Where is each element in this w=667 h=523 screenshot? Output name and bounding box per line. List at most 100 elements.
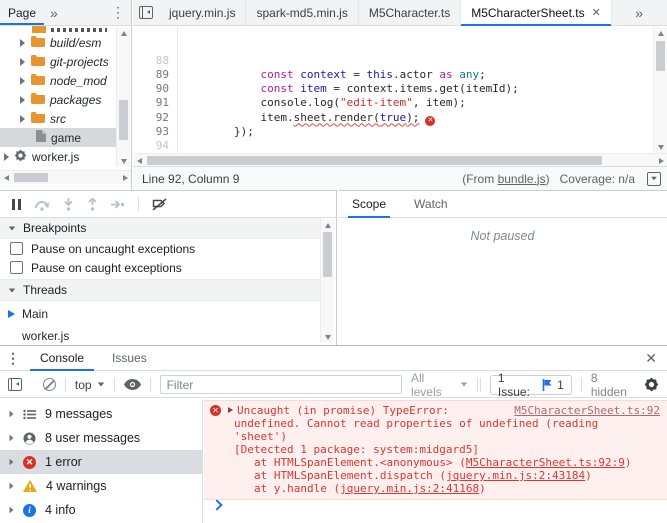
sidebar-item-all-messages[interactable]: 9 messages — [0, 402, 202, 426]
more-navigator-tabs-icon[interactable]: » — [44, 5, 64, 21]
code-editor[interactable]: 8889 const context = this.actor as any;9… — [133, 26, 653, 153]
tree-item-worker[interactable]: worker.js — [0, 147, 117, 166]
close-tab-icon[interactable]: ✕ — [592, 6, 601, 19]
thread-worker-row[interactable]: worker.js — [0, 326, 322, 345]
line-number[interactable]: 88 — [133, 54, 181, 68]
tree-item-file-selected[interactable]: game — [0, 128, 117, 147]
pause-icon[interactable] — [12, 199, 21, 210]
expand-arrow-icon — [10, 435, 14, 441]
debugger-sections: Breakpoints Pause on uncaught exceptions… — [0, 218, 322, 345]
line-number[interactable]: 93 — [133, 125, 181, 139]
bundle-link[interactable]: bundle.js — [498, 172, 546, 186]
console-prompt[interactable] — [204, 492, 667, 518]
tab-console[interactable]: Console — [38, 346, 86, 370]
console-body: 9 messages 8 user messages ✕ 1 error 4 w… — [0, 399, 667, 523]
tab-page[interactable]: Page — [0, 0, 44, 25]
expand-arrow-icon[interactable] — [20, 96, 25, 104]
tab-spark-md5[interactable]: spark-md5.min.js — [246, 0, 358, 25]
debugger-vertical-scrollbar[interactable] — [320, 219, 334, 343]
code-text: console.log("edit-item", item); — [181, 96, 466, 110]
tree-vertical-scrollbar[interactable] — [116, 27, 130, 167]
expand-arrow-icon[interactable] — [20, 115, 25, 123]
expand-arrow-icon[interactable] — [4, 153, 9, 161]
step-into-icon[interactable] — [63, 198, 74, 211]
line-number[interactable]: 89 — [133, 68, 181, 82]
navigator-menu-icon[interactable]: ⋮ — [105, 4, 131, 21]
console-settings-gear-icon[interactable] — [644, 377, 659, 392]
code-line[interactable]: 89 const context = this.actor as any; — [133, 68, 653, 82]
drawer-menu-icon[interactable]: ⋮ — [0, 346, 26, 370]
stack-link[interactable]: jquery.min.js:2:43184 — [446, 469, 585, 482]
code-line[interactable]: 94 — [133, 139, 653, 153]
sidebar-item-info[interactable]: i 4 info — [0, 498, 202, 522]
context-selector[interactable]: top — [75, 378, 105, 392]
cursor-position: Line 92, Column 9 — [133, 172, 239, 186]
line-number[interactable]: 94 — [133, 139, 181, 153]
editor-horizontal-scrollbar[interactable] — [133, 153, 667, 167]
pause-caught-row[interactable]: Pause on caught exceptions — [0, 258, 322, 277]
deactivate-breakpoints-icon[interactable] — [152, 198, 167, 211]
tab-m5character[interactable]: M5Character.ts — [359, 0, 461, 25]
debugger-pane: Breakpoints Pause on uncaught exceptions… — [0, 190, 337, 345]
file-icon — [36, 130, 46, 145]
tab-jquery[interactable]: jquery.min.js — [159, 0, 246, 25]
eye-icon[interactable] — [124, 379, 141, 390]
step-over-icon[interactable] — [34, 198, 50, 211]
tree-item-folder[interactable]: git-projects — [0, 52, 117, 71]
sidebar-item-user-messages[interactable]: 8 user messages — [0, 426, 202, 450]
sidebar-item-errors[interactable]: ✕ 1 error — [0, 450, 202, 474]
line-number[interactable]: 90 — [133, 82, 181, 96]
code-line[interactable]: 90 const item = context.items.get(itemId… — [133, 82, 653, 96]
code-line[interactable]: 92 item.sheet.render(true);✕ — [133, 111, 653, 125]
editor-vertical-scrollbar[interactable] — [653, 27, 667, 153]
more-editor-tabs-icon[interactable]: » — [629, 0, 649, 25]
line-number[interactable]: 91 — [133, 96, 181, 110]
console-toolbar: top All levels 1 Issue: 1 8 hidden — [0, 372, 667, 398]
sidebar-item-warnings[interactable]: 4 warnings — [0, 474, 202, 498]
expand-arrow-icon[interactable] — [20, 39, 25, 47]
expand-error-arrow-icon[interactable] — [228, 407, 233, 413]
tab-m5charactersheet[interactable]: M5CharacterSheet.ts ✕ — [461, 0, 612, 25]
console-error-message[interactable]: ✕ Uncaught (in promise) TypeError: M5Cha… — [204, 400, 667, 500]
step-icon[interactable] — [111, 199, 125, 210]
tree-item-clipped[interactable] — [0, 26, 117, 33]
inline-error-icon[interactable]: ✕ — [425, 116, 435, 126]
tree-horizontal-scrollbar[interactable] — [0, 170, 131, 184]
expand-arrow-icon[interactable] — [20, 58, 25, 66]
issues-counter-button[interactable]: 1 Issue: 1 — [490, 375, 572, 395]
code-line[interactable]: 91 console.log("edit-item", item); — [133, 96, 653, 110]
tab-scope[interactable]: Scope — [352, 191, 386, 217]
code-text: const item = context.items.get(itemId); — [181, 82, 519, 96]
tab-watch[interactable]: Watch — [414, 191, 448, 217]
tab-issues[interactable]: Issues — [110, 346, 149, 370]
tree-item-folder[interactable]: src — [0, 109, 117, 128]
clear-console-icon[interactable] — [43, 378, 56, 391]
info-icon: i — [23, 504, 36, 517]
collapse-arrow-icon — [9, 288, 15, 292]
pause-uncaught-row[interactable]: Pause on uncaught exceptions — [0, 239, 322, 258]
tree-item-folder[interactable]: packages — [0, 90, 117, 109]
checkbox[interactable] — [10, 242, 23, 255]
step-out-icon[interactable] — [87, 198, 98, 211]
tree-item-folder[interactable]: build/esm — [0, 33, 117, 52]
threads-section-header[interactable]: Threads — [0, 279, 322, 301]
code-line[interactable]: 88 — [133, 54, 653, 68]
expand-status-icon[interactable] — [647, 172, 661, 186]
gear-icon — [14, 149, 27, 165]
tree-item-folder[interactable]: node_mod — [0, 71, 117, 90]
toggle-navigator-icon[interactable] — [133, 0, 159, 25]
log-levels-selector[interactable]: All levels — [411, 371, 468, 399]
console-drawer: ⋮ Console Issues ✕ top All levels — [0, 345, 667, 523]
expand-arrow-icon[interactable] — [20, 77, 25, 85]
close-drawer-icon[interactable]: ✕ — [639, 346, 663, 370]
error-source-link[interactable]: M5CharacterSheet.ts:92 — [506, 404, 660, 417]
code-line[interactable]: 93 }); — [133, 125, 653, 139]
error-text: [Detected 1 package: system:midgard5] — [204, 443, 660, 456]
checkbox[interactable] — [10, 261, 23, 274]
filter-input[interactable] — [160, 375, 402, 394]
console-sidebar-toggle-icon[interactable] — [8, 378, 22, 391]
line-number[interactable]: 92 — [133, 111, 181, 125]
stack-link[interactable]: M5CharacterSheet.ts:92:9 — [466, 456, 625, 469]
breakpoints-section-header[interactable]: Breakpoints — [0, 218, 322, 239]
thread-main-row[interactable]: Main — [0, 304, 322, 323]
